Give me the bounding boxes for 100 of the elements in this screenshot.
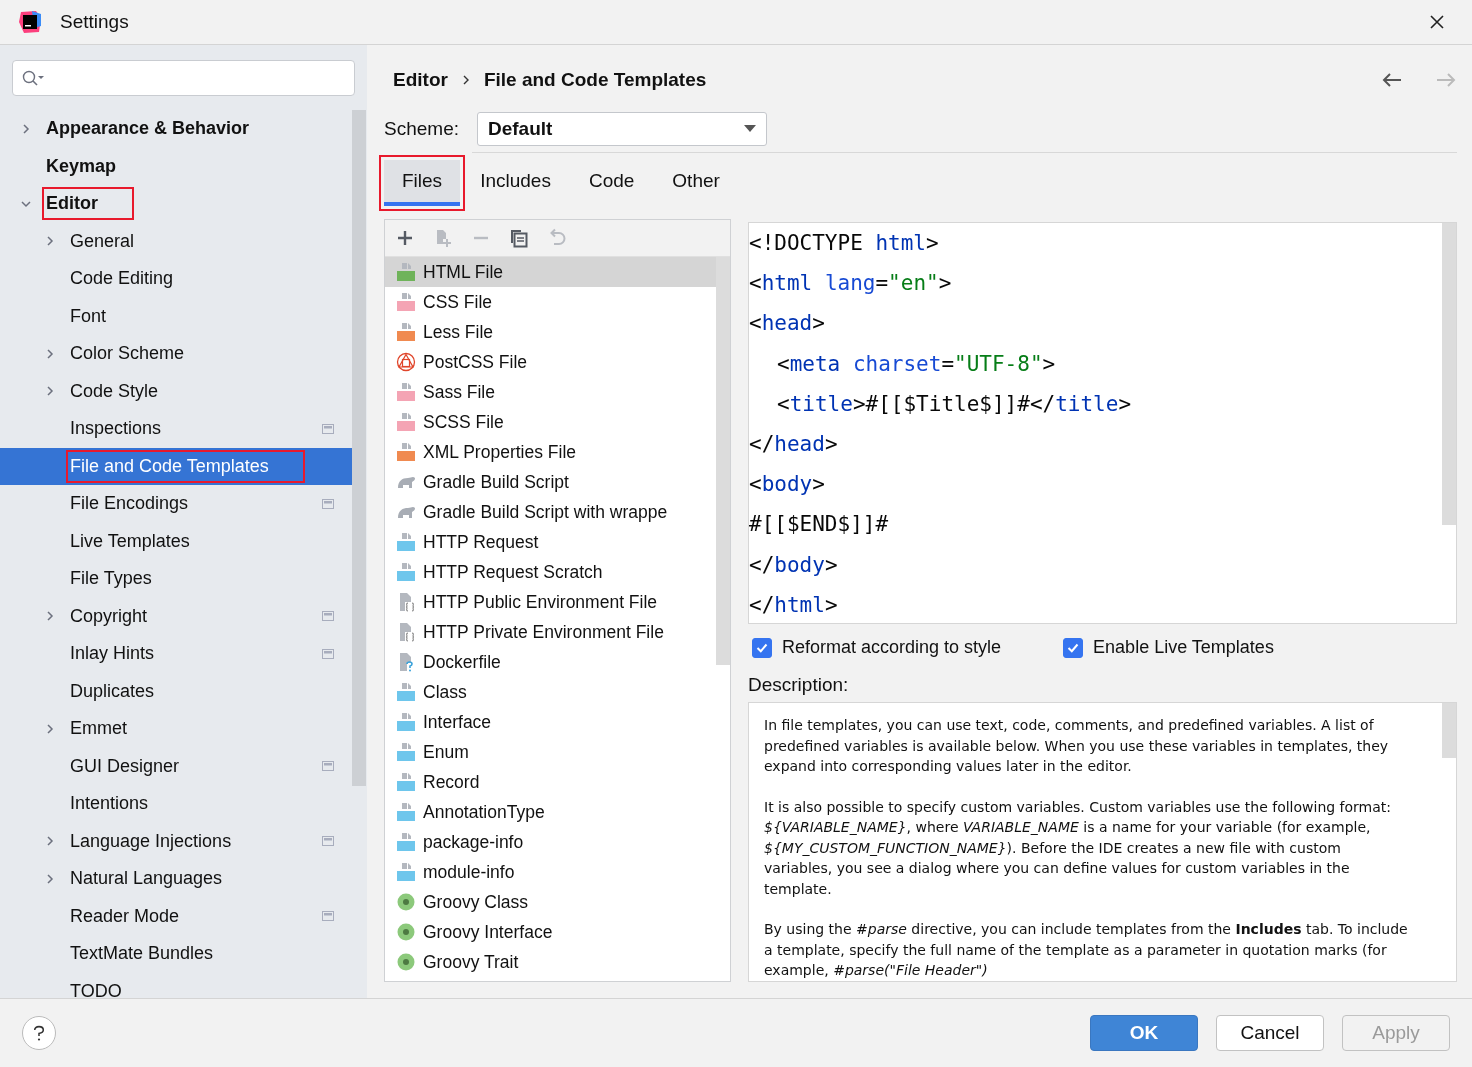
sidebar-item[interactable]: Font <box>66 299 115 333</box>
tab[interactable]: Code <box>570 160 653 206</box>
sidebar-item[interactable]: Duplicates <box>66 674 163 708</box>
sidebar-item[interactable]: Natural Languages <box>66 862 231 896</box>
chevron-right-icon[interactable] <box>44 835 56 848</box>
file-icon <box>396 262 416 282</box>
template-item[interactable]: Groovy Class <box>385 887 716 917</box>
scheme-label: Scheme: <box>384 118 459 140</box>
scrollbar[interactable] <box>352 110 366 786</box>
sidebar-item[interactable]: TextMate Bundles <box>66 937 222 971</box>
dialog-button[interactable]: OK <box>1090 1015 1198 1051</box>
template-item[interactable]: HTTP Request Scratch <box>385 557 716 587</box>
back-arrow-icon[interactable] <box>1381 72 1403 88</box>
sidebar-item[interactable]: Emmet <box>66 712 135 746</box>
scheme-dropdown[interactable]: Default <box>477 112 767 146</box>
sidebar-item[interactable]: Copyright <box>66 599 156 633</box>
template-item[interactable]: Dockerfile <box>385 647 716 677</box>
code-line: <!DOCTYPE html> <box>749 230 939 257</box>
sidebar-item[interactable]: Language Injections <box>66 824 240 858</box>
postcss-icon <box>396 352 416 372</box>
template-item[interactable]: Less File <box>385 317 716 347</box>
description-paragraph: In file templates, you can use text, code, comments, and predefined variables. A list of predefined variables is available below. When you use these variables in templates, they expand into corresponding values later in the editor. <box>764 716 1390 776</box>
add-icon[interactable] <box>395 228 415 248</box>
file-icon <box>396 802 416 822</box>
template-item[interactable]: XML Properties File <box>385 437 716 467</box>
template-item[interactable]: CSS File <box>385 287 716 317</box>
sidebar-item[interactable]: Inlay Hints <box>66 637 163 671</box>
breadcrumb-item: File and Code Templates <box>483 69 707 91</box>
file-icon <box>396 832 416 852</box>
caret-icon[interactable] <box>744 125 756 133</box>
file-icon <box>396 382 416 402</box>
chevron-right-icon[interactable] <box>44 235 56 248</box>
chevron-right-icon[interactable] <box>44 610 56 623</box>
template-item[interactable]: module-info <box>385 857 716 887</box>
template-item[interactable]: Sass File <box>385 377 716 407</box>
chevron-right-icon[interactable] <box>44 722 56 735</box>
sidebar-item[interactable]: Appearance & Behavior <box>42 112 258 146</box>
tab[interactable]: Includes <box>462 160 569 206</box>
file-icon <box>396 562 416 582</box>
close-icon[interactable] <box>1429 14 1445 30</box>
chevron-right-icon <box>461 74 470 86</box>
sidebar-item[interactable]: GUI Designer <box>66 749 188 783</box>
sidebar-item[interactable]: TODO <box>66 974 130 998</box>
sidebar-item[interactable]: File and Code Templates <box>66 449 305 483</box>
sidebar-item[interactable]: Inspections <box>66 412 170 446</box>
scrollbar[interactable] <box>1442 223 1456 525</box>
template-item[interactable]: package-info <box>385 827 716 857</box>
question-icon[interactable] <box>33 1024 45 1042</box>
circle-icon <box>396 922 416 942</box>
code-line: #[[$END$]]# <box>749 511 889 539</box>
tab[interactable]: Other <box>654 160 738 206</box>
template-item[interactable]: HTTP Public Environment File <box>385 587 716 617</box>
window-title: Settings <box>60 11 130 33</box>
sidebar-item[interactable]: Code Style <box>66 374 167 408</box>
file-icon <box>396 532 416 552</box>
scrollbar[interactable] <box>716 257 730 665</box>
search-icon[interactable] <box>21 69 47 87</box>
template-item[interactable]: HTTP Private Environment File <box>385 617 716 647</box>
code-line: <title>#[[$Title$]]#</title> <box>777 390 1132 418</box>
template-item[interactable]: Gradle Build Script with wrappe <box>385 497 716 527</box>
description-paragraph: It is also possible to specify custom variables. Custom variables use the following format: ${VARIABLE_NAME}, where VARIABLE_NAME is a name for your variable (for example, ${MY_CUSTOM_FUNCTION_NAME}). Before the IDE creates a new file with custom variables, you see a dialog where you can define values for custom variables in the template. <box>764 797 1392 899</box>
checkbox-label[interactable]: Enable Live Templates <box>1093 637 1274 658</box>
sidebar-item[interactable]: Live Templates <box>66 524 198 558</box>
code-line: </body> <box>749 551 838 579</box>
chevron-right-icon[interactable] <box>20 122 32 135</box>
template-item[interactable]: Groovy Interface <box>385 917 716 947</box>
template-item[interactable]: SCSS File <box>385 407 716 437</box>
copy-icon[interactable] <box>509 228 529 248</box>
code-line: <html lang="en"> <box>749 270 952 298</box>
code-line: <head> <box>749 310 825 338</box>
sidebar-item[interactable]: Reader Mode <box>66 899 188 933</box>
template-item[interactable]: Interface <box>385 707 716 737</box>
template-item[interactable]: Enum <box>385 737 716 767</box>
template-item[interactable]: HTML File <box>385 257 716 287</box>
sidebar-item[interactable]: File Encodings <box>66 487 197 521</box>
template-item[interactable]: Groovy Trait <box>385 947 716 977</box>
sidebar-item[interactable]: File Types <box>66 562 160 596</box>
file-icon <box>396 682 416 702</box>
breadcrumb-item[interactable]: Editor <box>393 69 448 91</box>
template-item[interactable]: HTTP Request <box>385 527 716 557</box>
sidebar-item[interactable]: Editor <box>42 187 134 221</box>
sidebar-item[interactable]: General <box>66 224 143 258</box>
template-item[interactable]: Record <box>385 767 716 797</box>
chevron-right-icon[interactable] <box>44 385 56 398</box>
template-item[interactable]: AnnotationType <box>385 797 716 827</box>
chevron-right-icon[interactable] <box>44 872 56 885</box>
help-button[interactable] <box>22 1016 56 1050</box>
checkbox-label[interactable]: Reformat according to style <box>782 637 1002 658</box>
scrollbar[interactable] <box>1442 703 1456 758</box>
dialog-button[interactable]: Cancel <box>1216 1015 1324 1051</box>
sidebar-item[interactable]: Intentions <box>66 787 157 821</box>
template-item[interactable]: PostCSS File <box>385 347 716 377</box>
template-item[interactable]: Class <box>385 677 716 707</box>
sidebar-item[interactable]: Color Scheme <box>66 337 193 371</box>
sidebar-item[interactable]: Code Editing <box>66 262 182 296</box>
code-editor[interactable]: <!DOCTYPE html> <html lang="en"> <head> <meta charset="UTF-8"> <title>#[[$Title$]]#</title> </head> <body> #[[$END$]]# </body> </html> <box>748 222 1457 624</box>
chevron-right-icon[interactable] <box>44 347 56 360</box>
template-item[interactable]: Gradle Build Script <box>385 467 716 497</box>
sidebar-item[interactable]: Keymap <box>42 149 125 183</box>
search-field[interactable] <box>12 60 355 96</box>
